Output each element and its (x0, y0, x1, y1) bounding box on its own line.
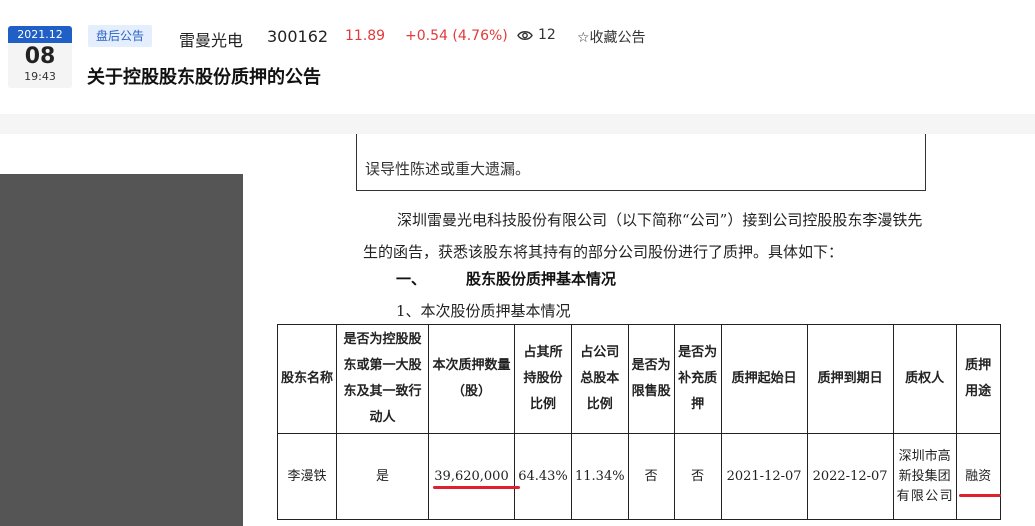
header-separator (0, 114, 1035, 134)
date-badge: 2021.12 08 19:43 (8, 26, 72, 88)
viewer-left-panel (0, 174, 243, 526)
stock-change: +0.54 (4.76%) (405, 28, 508, 44)
cell-pledge-qty: 39,620,000 (428, 433, 515, 520)
cell-pledgee: 深圳市高新投集团有限公司 (892, 433, 957, 520)
cell-supplementary: 否 (673, 433, 722, 520)
date-time: 19:43 (24, 70, 56, 83)
document-page: 误导性陈述或重大遗漏。 深圳雷曼光电科技股份有限公司（以下简称“公司”）接到公司… (243, 134, 1035, 526)
header-pct-holding: 占其所持股份比例 (514, 324, 572, 434)
header-restricted: 是否为限售股 (627, 324, 675, 434)
announcement-header: 2021.12 08 19:43 盘后公告 雷曼光电 300162 11.89 … (0, 0, 1035, 114)
header-purpose: 质押用途 (955, 324, 1001, 434)
section-heading: 一、 股东股份质押基本情况 (396, 268, 616, 289)
cell-purpose: 融资 (955, 433, 1001, 520)
date-year-month: 2021.12 (8, 26, 72, 43)
cell-restricted: 否 (627, 433, 675, 520)
cell-holder: 李漫铁 (277, 433, 337, 520)
section-title: 股东股份质押基本情况 (466, 270, 617, 288)
subsection-heading: 1、本次股份质押基本情况 (396, 302, 571, 320)
view-count-value: 12 (538, 27, 556, 43)
purpose-highlight-underline (959, 494, 1001, 497)
eye-icon (517, 30, 533, 40)
previous-notice-text: 误导性陈述或重大遗漏。 (365, 160, 531, 178)
category-tag[interactable]: 盘后公告 (88, 25, 153, 47)
previous-notice-box: 误导性陈述或重大遗漏。 (356, 134, 926, 191)
announcement-title: 关于控股股东股份质押的公告 (87, 67, 321, 88)
table-row: 李漫铁 是 39,620,000 64.43% 11.34% 否 否 2021-… (277, 433, 1001, 520)
cell-start-date: 2021-12-07 (720, 433, 808, 520)
cell-is-controlling: 是 (336, 433, 429, 520)
header-pledge-qty: 本次质押数量（股） (428, 324, 515, 434)
cell-pct-holding: 64.43% (514, 433, 572, 520)
stock-code[interactable]: 300162 (267, 27, 328, 46)
favorite-button[interactable]: ☆收藏公告 (577, 27, 646, 47)
quantity-highlight-underline (433, 486, 520, 489)
view-count: 12 (517, 27, 556, 43)
header-pct-total: 占公司总股本比例 (571, 324, 629, 434)
intro-paragraph: 深圳雷曼光电科技股份有限公司（以下简称“公司”）接到公司控股股东李漫铁先生的函告… (363, 211, 923, 261)
header-start-date: 质押起始日 (720, 324, 808, 434)
pledge-table: 股东名称 是否为控股股东或第一大股东及其一致行动人 本次质押数量（股） 占其所持… (277, 324, 1001, 520)
header-end-date: 质押到期日 (806, 324, 894, 434)
header-pledgee: 质权人 (892, 324, 957, 434)
stock-name[interactable]: 雷曼光电 (179, 27, 243, 51)
cell-pct-total: 11.34% (571, 433, 629, 520)
date-day: 08 (24, 44, 56, 69)
cell-end-date: 2022-12-07 (806, 433, 894, 520)
header-holder-name: 股东名称 (277, 324, 337, 434)
table-header-row: 股东名称 是否为控股股东或第一大股东及其一致行动人 本次质押数量（股） 占其所持… (277, 324, 1001, 434)
header-is-controlling: 是否为控股股东或第一大股东及其一致行动人 (336, 324, 429, 434)
section-number: 一、 (396, 270, 427, 288)
header-supplementary: 是否为补充质押 (673, 324, 722, 434)
stock-price: 11.89 (345, 28, 386, 44)
